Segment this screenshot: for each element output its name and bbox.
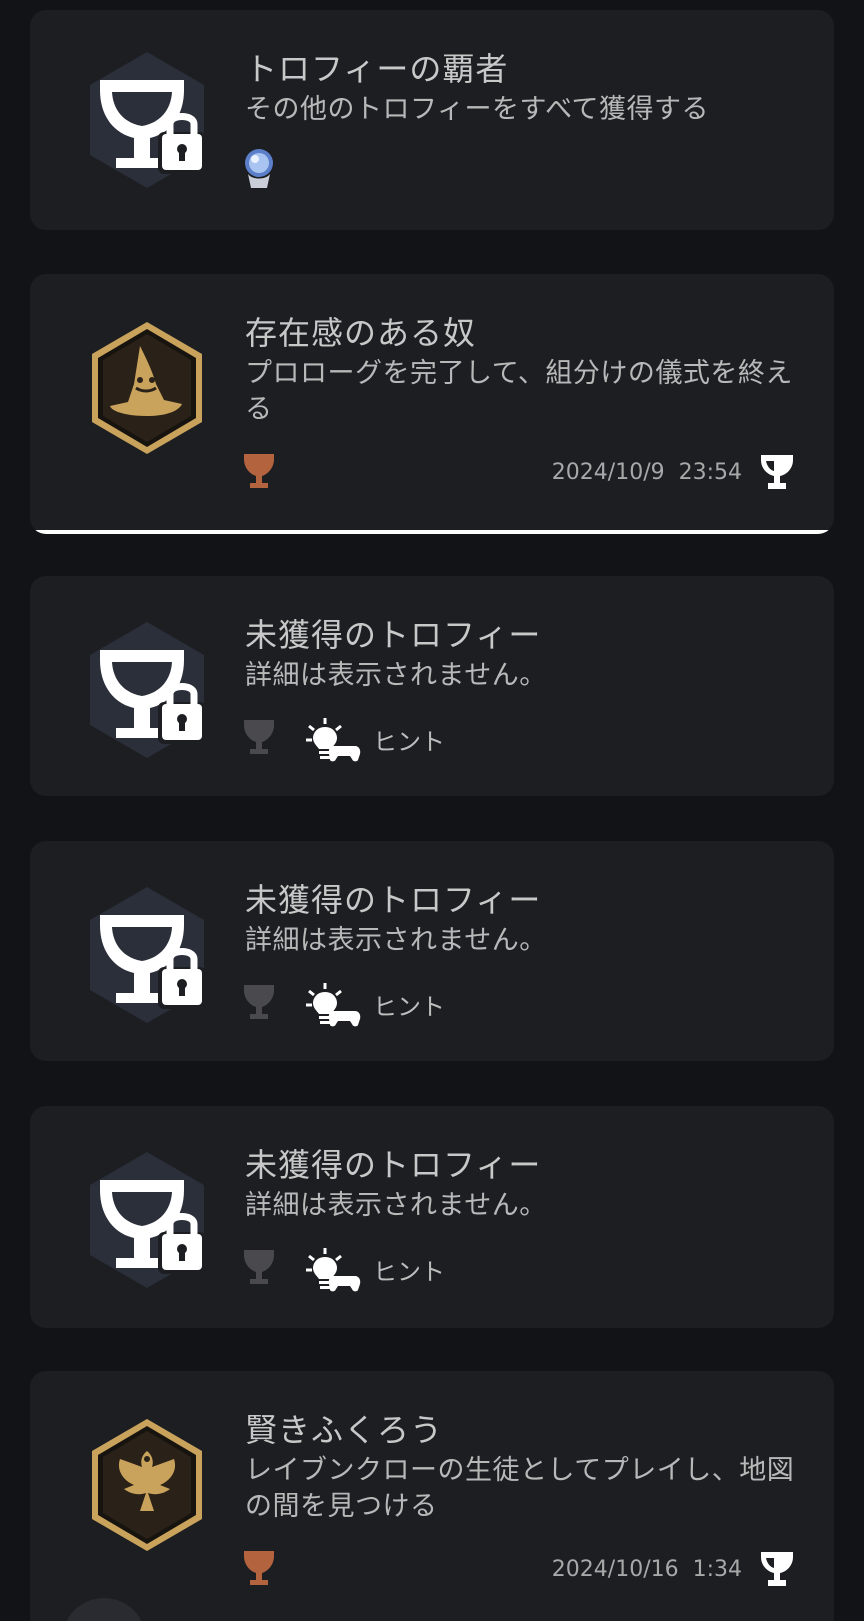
trophy-title: 存在感のある奴 (245, 314, 477, 352)
trophy-description: その他のトロフィーをすべて獲得する (245, 94, 709, 125)
earned-trophy-icon (758, 452, 796, 492)
trophy-description: レイブンクローの生徒としてプレイし、地図の間を見つける (245, 1455, 795, 1522)
trophy-description: 詳細は表示されません。 (245, 660, 547, 691)
trophy-title: 未獲得のトロフィー (245, 1146, 542, 1184)
trophy-card[interactable]: 未獲得のトロフィー 詳細は表示されません。 ヒント (30, 1106, 834, 1328)
trophy-description: 詳細は表示されません。 (245, 925, 547, 956)
trophy-card[interactable]: トロフィーの覇者 その他のトロフィーをすべて獲得する (30, 10, 834, 230)
earned-date: 2024/10/9 23:54 (551, 460, 742, 485)
locked-trophy-icon (82, 1150, 212, 1290)
hint-button[interactable]: ヒント (305, 716, 445, 762)
trophy-title: 賢きふくろう (245, 1411, 444, 1449)
locked-trophy-icon (82, 50, 212, 190)
hidden-trophy-icon (240, 1246, 278, 1290)
hint-lightbulb-controller-icon (305, 1246, 361, 1292)
bronze-trophy-icon (240, 1547, 278, 1591)
ravenclaw-eagle-icon (82, 1415, 212, 1555)
sorting-hat-icon (82, 318, 212, 458)
trophy-card[interactable]: 存在感のある奴 プロローグを完了して、組分けの儀式を終える 2024/10/9 … (30, 274, 834, 534)
trophy-card[interactable]: 賢きふくろう レイブンクローの生徒としてプレイし、地図の間を見つける 2024/… (30, 1371, 834, 1621)
hint-label: ヒント (373, 1257, 445, 1286)
trophy-title: 未獲得のトロフィー (245, 616, 542, 654)
bronze-trophy-icon (240, 450, 278, 494)
trophy-title: トロフィーの覇者 (245, 50, 509, 88)
hint-button[interactable]: ヒント (305, 1246, 445, 1292)
trophy-title: 未獲得のトロフィー (245, 881, 542, 919)
trophy-description: 詳細は表示されません。 (245, 1190, 547, 1221)
hint-lightbulb-controller-icon (305, 981, 361, 1027)
trophy-description: プロローグを完了して、組分けの儀式を終える (245, 358, 793, 425)
hidden-trophy-icon (240, 981, 278, 1025)
trophy-card[interactable]: 未獲得のトロフィー 詳細は表示されません。 ヒント (30, 576, 834, 796)
locked-trophy-icon (82, 885, 212, 1025)
locked-trophy-icon (82, 620, 212, 760)
hint-lightbulb-controller-icon (305, 716, 361, 762)
hint-label: ヒント (373, 727, 445, 756)
hidden-trophy-icon (240, 716, 278, 760)
hint-button[interactable]: ヒント (305, 981, 445, 1027)
trophy-card[interactable]: 未獲得のトロフィー 詳細は表示されません。 ヒント (30, 841, 834, 1061)
hint-label: ヒント (373, 992, 445, 1021)
trophy-list: トロフィーの覇者 その他のトロフィーをすべて獲得する 存在感のある奴 プロローグ… (0, 0, 864, 1621)
selected-indicator (34, 530, 830, 534)
platinum-trophy-icon (240, 146, 278, 190)
earned-date: 2024/10/16 1:34 (551, 1557, 742, 1582)
earned-trophy-icon (758, 1549, 796, 1589)
